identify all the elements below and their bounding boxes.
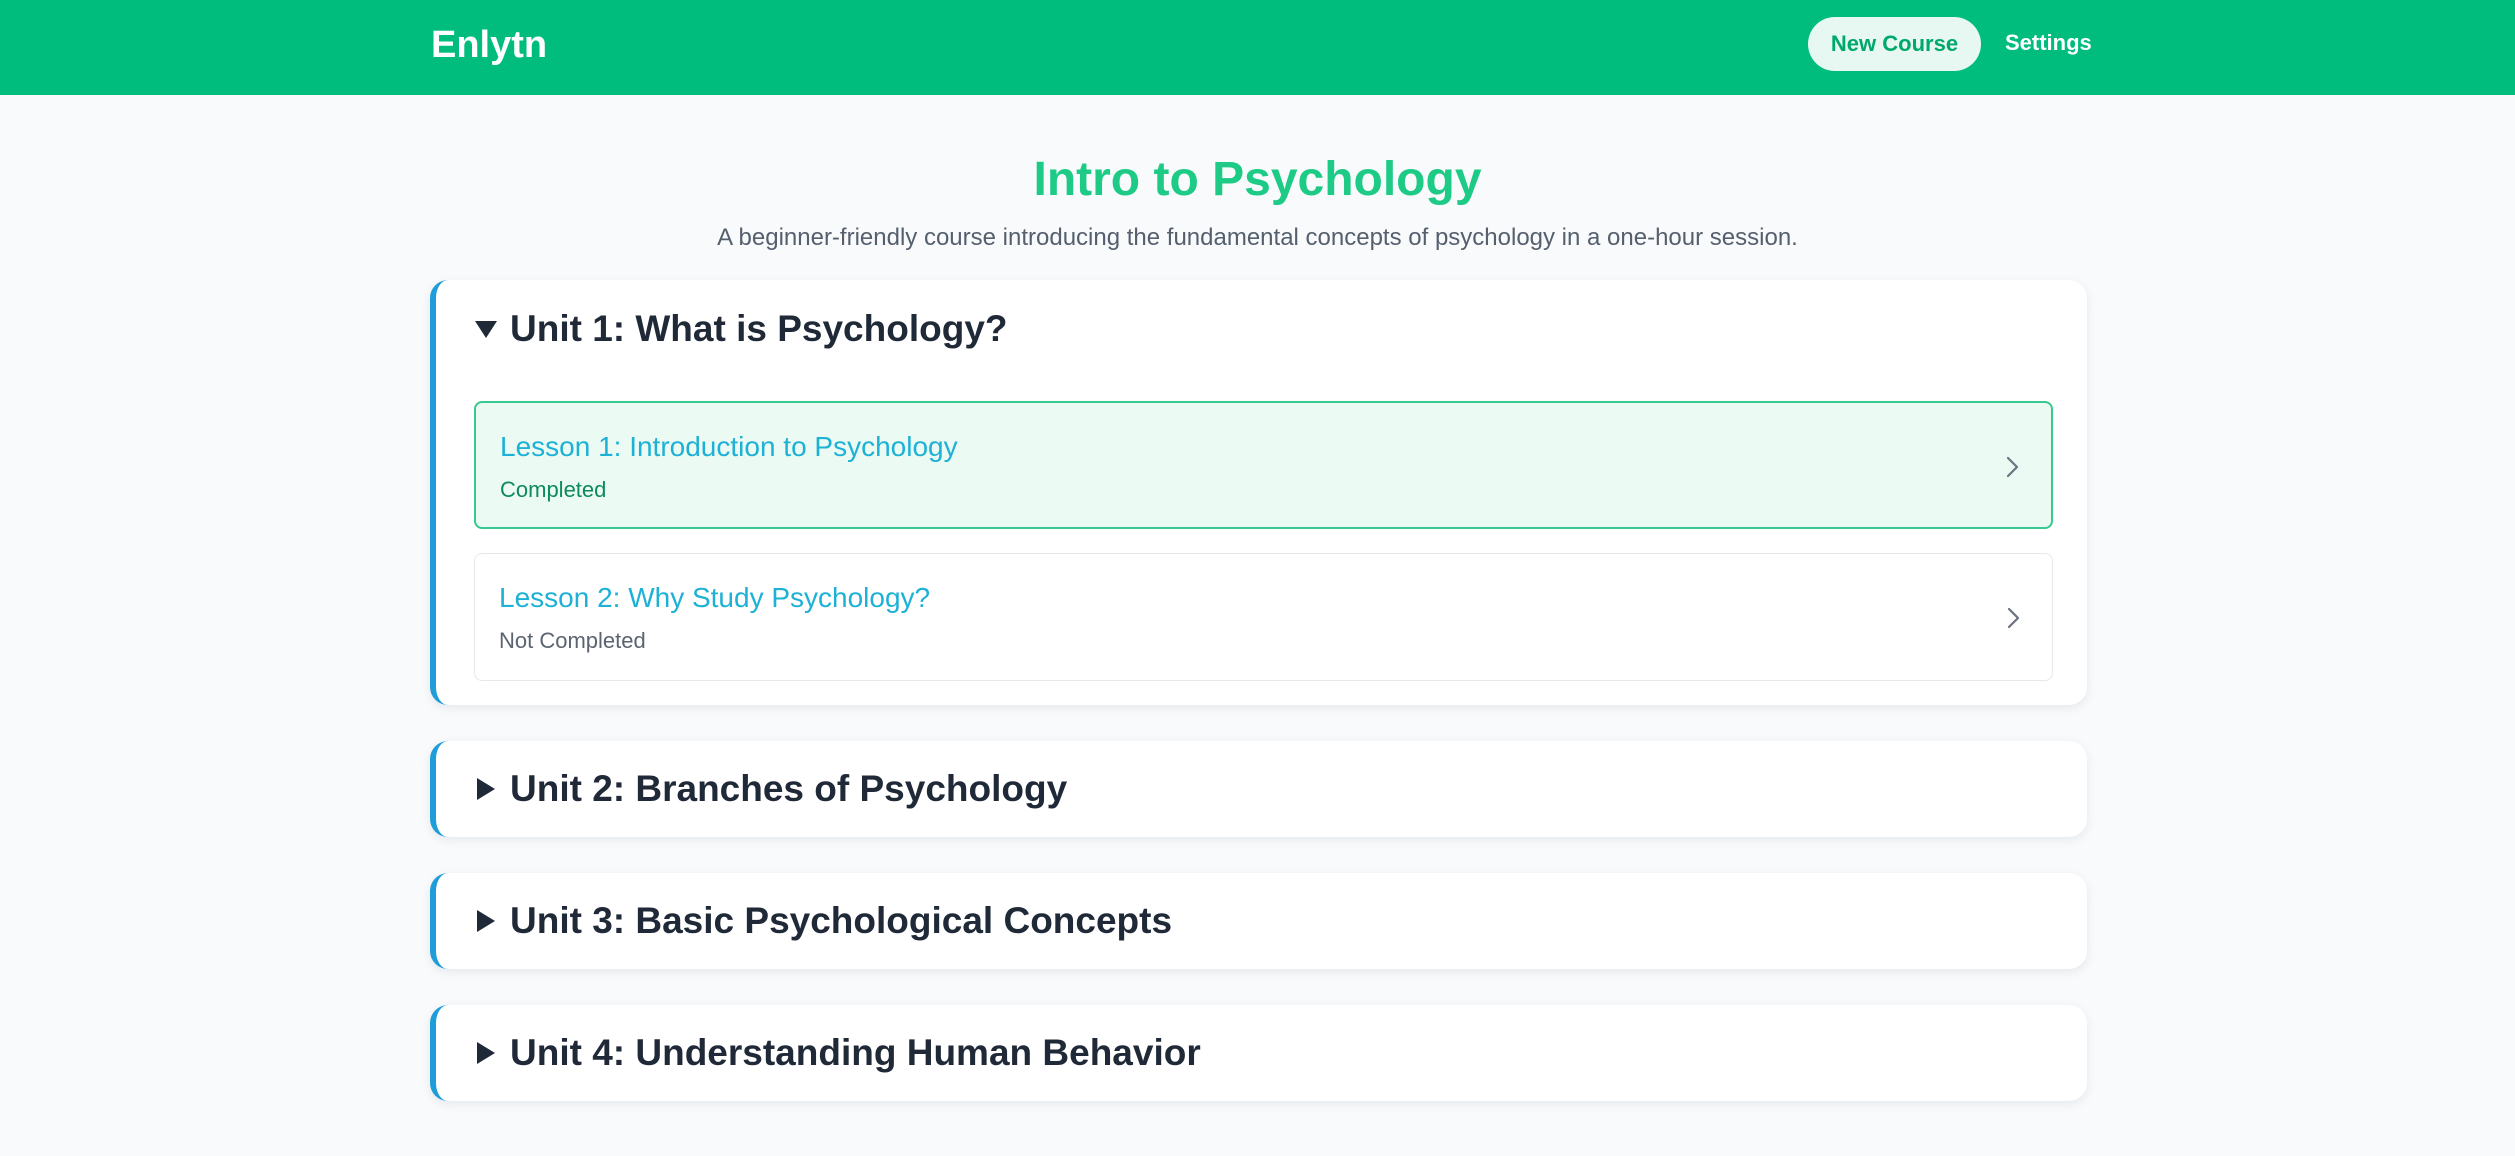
unit-title-2: Unit 2: Branches of Psychology <box>510 768 1068 809</box>
unit-header-3[interactable]: Unit 3: Basic Psychological Concepts <box>474 900 1172 942</box>
unit-card-1: Unit 1: What is Psychology? Lesson 1: In… <box>430 280 2087 705</box>
lesson-title-1[interactable]: Lesson 1: Introduction to Psychology <box>500 431 958 463</box>
unit-header-4[interactable]: Unit 4: Understanding Human Behavior <box>474 1032 1201 1074</box>
chevron-right-icon <box>2006 456 2019 478</box>
caret-right-icon <box>477 778 495 800</box>
unit-title-4: Unit 4: Understanding Human Behavior <box>510 1032 1201 1073</box>
unit-title-1: Unit 1: What is Psychology? <box>510 308 1008 349</box>
lesson-title-2[interactable]: Lesson 2: Why Study Psychology? <box>499 582 930 614</box>
caret-right-icon <box>477 910 495 932</box>
unit-card-2: Unit 2: Branches of Psychology <box>430 741 2087 837</box>
caret-right-icon <box>477 1042 495 1064</box>
course-subtitle: A beginner-friendly course introducing t… <box>717 224 1798 251</box>
lesson-status-2: Not Completed <box>499 628 646 653</box>
unit-card-4: Unit 4: Understanding Human Behavior <box>430 1005 2087 1101</box>
settings-link[interactable]: Settings <box>2005 30 2092 56</box>
chevron-right-icon <box>2007 607 2020 629</box>
lesson-item-2[interactable]: Lesson 2: Why Study Psychology? Not Comp… <box>474 553 2053 681</box>
unit-title-3: Unit 3: Basic Psychological Concepts <box>510 900 1173 941</box>
unit-card-3: Unit 3: Basic Psychological Concepts <box>430 873 2087 969</box>
new-course-button[interactable]: New Course <box>1808 17 1981 71</box>
caret-down-icon <box>475 321 497 338</box>
brand-logo[interactable]: Enlytn <box>431 24 547 67</box>
course-title: Intro to Psychology <box>1033 153 1482 206</box>
lesson-item-1[interactable]: Lesson 1: Introduction to Psychology Com… <box>474 401 2053 529</box>
unit-header-1[interactable]: Unit 1: What is Psychology? <box>474 308 1008 350</box>
unit-header-2[interactable]: Unit 2: Branches of Psychology <box>474 768 1067 810</box>
lesson-status-1: Completed <box>500 477 607 502</box>
top-navbar: Enlytn New Course Settings <box>0 0 2515 95</box>
